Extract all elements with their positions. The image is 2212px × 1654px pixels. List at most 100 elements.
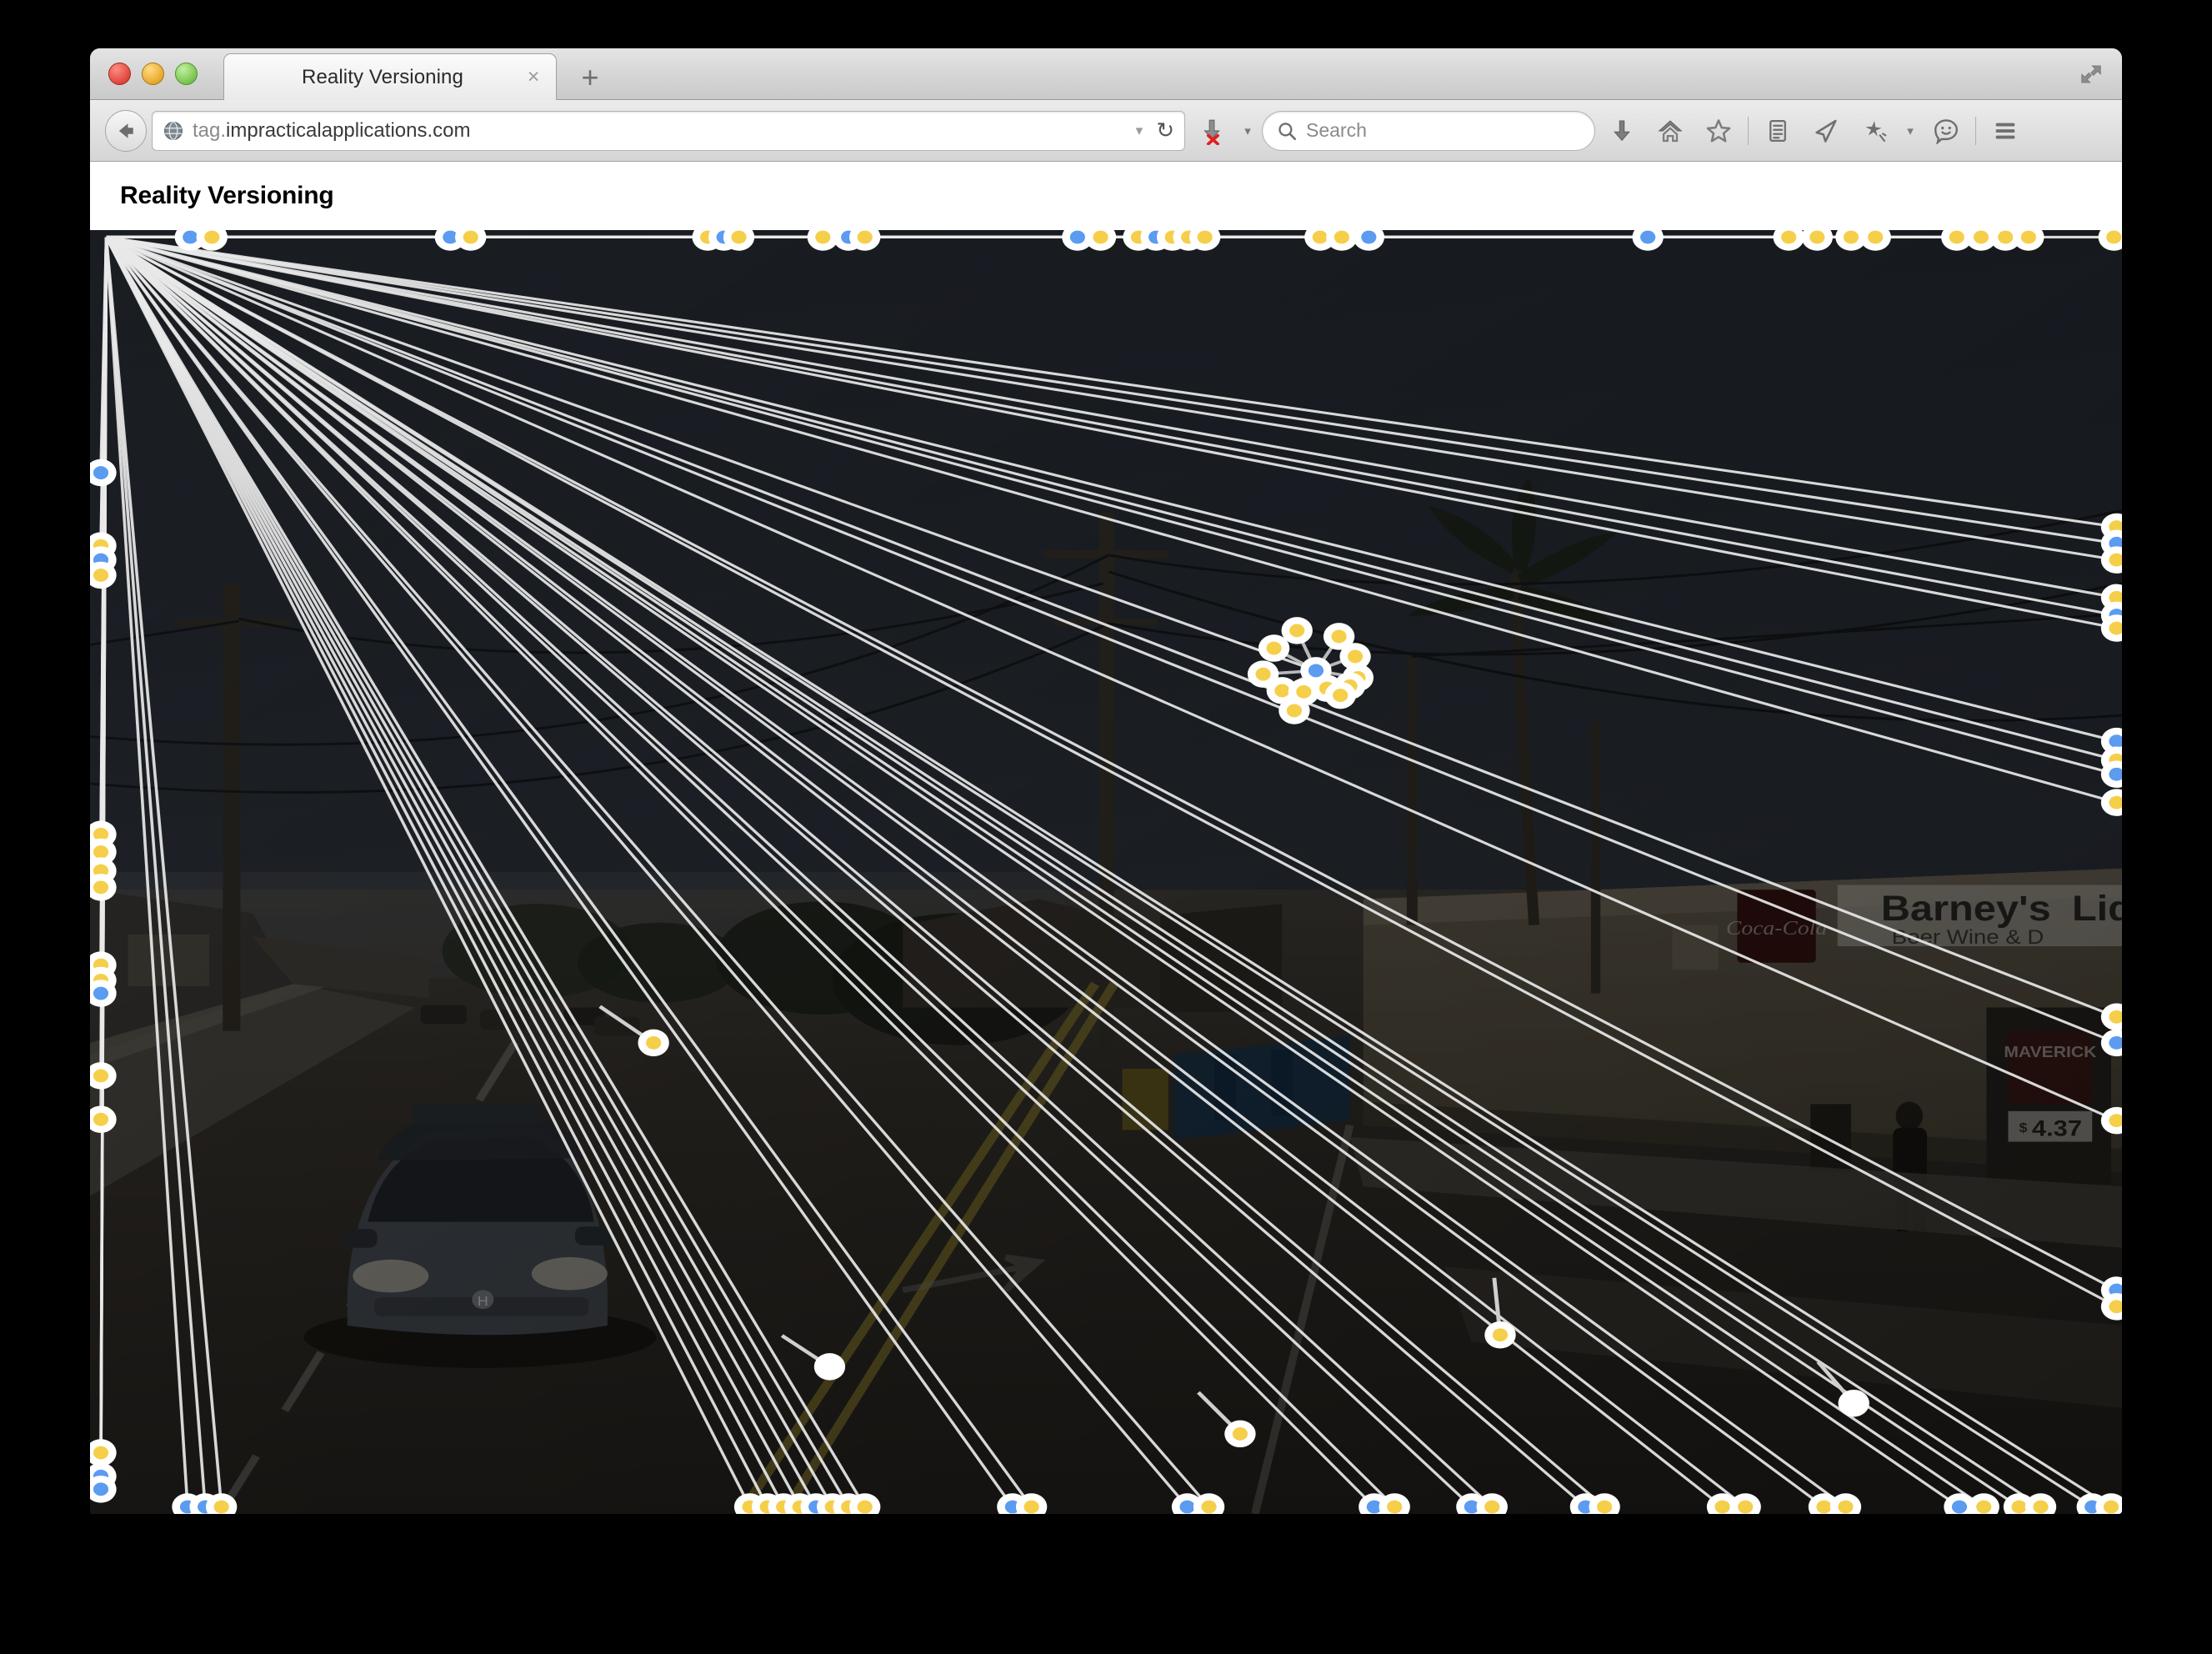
tag-marker-bottom[interactable] [1976,1500,1992,1514]
address-bar-url[interactable]: tag.impracticalapplications.com [193,119,1128,143]
tag-marker-top[interactable] [1843,230,1859,244]
address-bar[interactable]: tag.impracticalapplications.com ▾ ↻ [152,110,1185,151]
cluster-node[interactable] [1331,629,1347,644]
tag-marker-bottom[interactable] [1201,1500,1217,1514]
tag-marker-top[interactable] [731,230,747,244]
tag-marker-left[interactable] [93,845,109,859]
tag-marker-left[interactable] [93,1112,109,1126]
cluster-node[interactable] [1274,684,1290,698]
ray-line [105,236,1825,1508]
url-subdomain: tag. [193,118,227,142]
tag-marker-left[interactable] [93,466,109,479]
ray-line [105,236,1724,1508]
window-maximize-button[interactable] [175,63,198,85]
cluster-center[interactable] [1308,664,1324,678]
cluster-node[interactable] [1255,667,1271,681]
back-button[interactable] [105,109,147,152]
tag-marker-scatter[interactable] [822,1360,838,1374]
tag-marker-top[interactable] [857,230,873,244]
tag-marker-top[interactable] [1973,230,1989,244]
tag-marker-top[interactable] [2020,230,2036,244]
tag-marker-bottom[interactable] [857,1500,873,1514]
tag-marker-top[interactable] [1781,230,1797,244]
ray-line [104,237,207,1507]
cluster-node[interactable] [1296,684,1312,699]
tag-marker-top[interactable] [1093,230,1109,244]
tag-marker-bottom[interactable] [1714,1500,1730,1514]
window-close-button[interactable] [108,63,131,85]
tag-marker-left[interactable] [93,986,109,1000]
tab-close-icon[interactable]: × [519,63,548,92]
tag-marker-top[interactable] [815,230,831,244]
tag-marker-top[interactable] [183,230,198,244]
hamburger-menu-icon[interactable] [1984,109,2027,153]
search-box[interactable]: Search [1262,110,1595,151]
home-icon[interactable] [1649,109,1692,153]
tag-marker-left[interactable] [93,1069,109,1083]
toolbar-divider [1975,116,1976,145]
sparkle-wand-icon[interactable] [1853,109,1896,153]
new-tab-button[interactable]: + [573,63,607,97]
reading-list-icon[interactable] [1756,109,1799,153]
tools-chevron-down-icon[interactable]: ▾ [1901,123,1919,138]
tag-marker-left[interactable] [93,1482,109,1496]
tag-marker-top[interactable] [463,230,478,244]
tag-marker-top[interactable] [1868,230,1884,244]
tag-marker-bottom[interactable] [2011,1500,2027,1514]
tag-marker-top[interactable] [1998,230,2014,244]
tag-marker-top[interactable] [1809,230,1825,244]
paper-plane-icon[interactable] [1804,109,1848,153]
tag-marker-top[interactable] [1640,230,1656,244]
search-input[interactable]: Search [1306,119,1367,142]
tag-marker-top[interactable] [1312,230,1328,244]
cluster-node[interactable] [1333,689,1349,702]
tag-marker-top[interactable] [204,230,220,244]
bookmark-star-icon[interactable] [1697,109,1740,153]
globe-icon[interactable] [163,120,184,142]
tag-marker-bottom[interactable] [1951,1500,1968,1514]
download-icon[interactable] [1600,109,1644,153]
ray-line [105,236,1376,1508]
tag-marker-left[interactable] [93,1446,109,1460]
tag-marker-bottom[interactable] [1838,1500,1854,1514]
window-minimize-button[interactable] [142,63,164,85]
tag-marker-top[interactable] [2106,230,2122,244]
tab-reality-versioning[interactable]: Reality Versioning × [223,53,557,100]
tab-title: Reality Versioning [302,65,463,88]
tag-marker-top[interactable] [1949,230,1964,244]
tag-marker-top[interactable] [1197,230,1213,244]
tag-marker-scatter[interactable] [646,1035,662,1050]
tag-marker-bottom[interactable] [1597,1500,1613,1514]
tag-marker-top[interactable] [1361,230,1377,244]
tag-overlay[interactable] [90,230,2122,1514]
tag-marker-top[interactable] [1069,230,1085,244]
search-icon [1279,122,1297,140]
tag-marker-bottom[interactable] [2103,1500,2119,1514]
tag-marker-scatter[interactable] [1846,1396,1862,1411]
smiley-face-icon[interactable] [1924,109,1968,153]
tag-marker-bottom[interactable] [1484,1500,1500,1514]
tag-marker-bottom[interactable] [1179,1500,1195,1514]
cluster-node[interactable] [1289,624,1305,638]
downloads-chevron-down-icon[interactable]: ▾ [1239,123,1257,138]
tag-marker-bottom[interactable] [1738,1500,1754,1514]
cluster-node[interactable] [1347,649,1364,664]
fullscreen-arrows-icon[interactable] [2079,62,2104,87]
tag-marker-bottom[interactable] [2033,1500,2049,1514]
tag-marker-bottom[interactable] [213,1500,229,1514]
tag-marker-left[interactable] [93,880,109,895]
tag-marker-scatter[interactable] [1232,1427,1249,1441]
ray-line [105,235,2118,776]
cluster-node[interactable] [1286,704,1303,718]
tag-marker-left[interactable] [93,569,109,582]
tag-marker-bottom[interactable] [1816,1500,1832,1514]
chevron-down-icon[interactable]: ▾ [1136,123,1144,139]
tag-marker-bottom[interactable] [1023,1500,1039,1514]
download-blocked-icon[interactable] [1190,109,1234,153]
reload-icon[interactable]: ↻ [1151,118,1174,143]
photo-canvas[interactable]: Coca-Cola Barney's Liq Beer Wine & D MAV… [90,230,2122,1514]
tag-marker-bottom[interactable] [1387,1500,1403,1514]
tag-marker-top[interactable] [1334,230,1349,244]
cluster-node[interactable] [1266,641,1282,655]
tag-marker-scatter[interactable] [1492,1328,1509,1342]
